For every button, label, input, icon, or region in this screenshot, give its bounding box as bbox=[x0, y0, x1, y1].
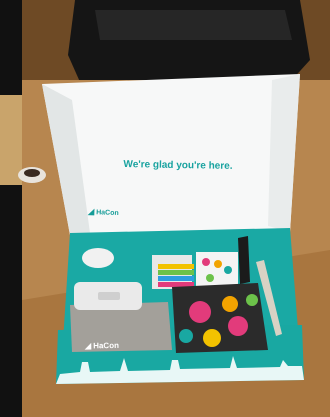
usb-port bbox=[98, 292, 120, 300]
cup bbox=[82, 248, 114, 268]
photo: We're glad you're here. ◢ HaCon ◢ HaCon bbox=[0, 0, 330, 417]
sticky-blue bbox=[158, 276, 194, 281]
left-photo-sliver bbox=[0, 95, 22, 185]
sticker bbox=[224, 266, 232, 274]
sticker bbox=[214, 260, 222, 268]
front-brand-text: HaCon bbox=[93, 340, 120, 351]
sticky-green bbox=[158, 270, 194, 275]
circle-icon bbox=[179, 329, 193, 343]
hacon-logo-icon: ◢ bbox=[87, 206, 95, 217]
circle-icon bbox=[246, 294, 258, 306]
circle-icon bbox=[222, 296, 238, 312]
sticky-yellow bbox=[158, 264, 194, 269]
circle-icon bbox=[189, 301, 211, 323]
band bbox=[238, 236, 250, 284]
circle-icon bbox=[228, 316, 248, 336]
front-brand-logo: ◢ HaCon bbox=[85, 340, 145, 350]
lid-brand-text: HaCon bbox=[96, 208, 119, 217]
circle-icon bbox=[203, 329, 221, 347]
sticker bbox=[202, 258, 210, 266]
scene-illustration bbox=[0, 0, 330, 417]
sticker bbox=[206, 274, 214, 282]
chair-shading bbox=[95, 10, 292, 40]
left-border bbox=[0, 0, 22, 417]
hacon-logo-icon: ◢ bbox=[84, 340, 92, 351]
dish-contents bbox=[24, 169, 40, 177]
